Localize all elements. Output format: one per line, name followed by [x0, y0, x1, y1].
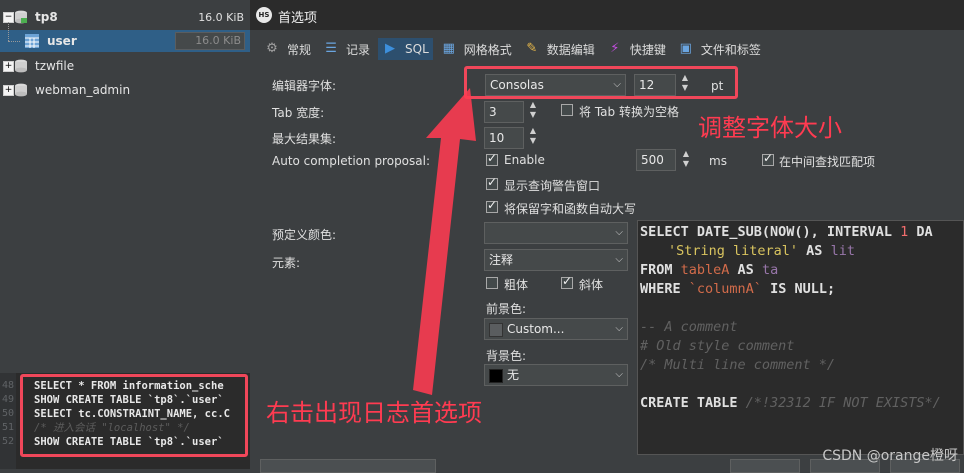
watermark: CSDN @orange橙呀: [822, 448, 958, 464]
log-annotation: 右击出现日志首选项: [266, 399, 482, 427]
annotation-arrows: [413, 88, 476, 395]
arrow-to-font: [413, 88, 476, 395]
font-size-annotation: 调整字体大小: [698, 114, 842, 142]
